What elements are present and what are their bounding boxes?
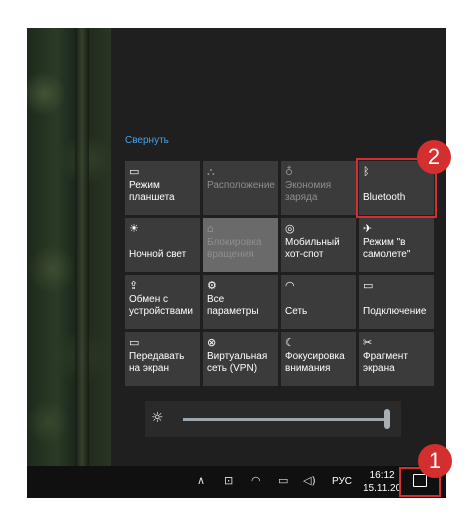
tile-battery-saver[interactable]: ♁ Экономия заряда bbox=[281, 161, 356, 215]
annotation-badge-1: 1 bbox=[418, 444, 452, 478]
tile-tablet-mode[interactable]: ▭ Режим планшета bbox=[125, 161, 200, 215]
tile-label: Расположение bbox=[207, 180, 275, 191]
tile-location[interactable]: ⛬ Расположение bbox=[203, 161, 278, 215]
tile-label: Мобильный хот-спот bbox=[285, 237, 340, 260]
tile-label: Ночной свет bbox=[129, 249, 187, 260]
wifi-icon[interactable]: ◠ bbox=[251, 474, 261, 487]
tile-network[interactable]: ◠ Сеть bbox=[281, 275, 356, 329]
tile-label: Обмен с устройствами bbox=[129, 294, 193, 317]
brightness-slider-thumb[interactable] bbox=[384, 409, 390, 429]
meet-now-icon[interactable]: ⊡ bbox=[224, 474, 233, 487]
tile-label: Фокусировка внимания bbox=[285, 351, 345, 374]
wallpaper bbox=[27, 28, 111, 466]
tile-all-settings[interactable]: ⚙ Все параметры bbox=[203, 275, 278, 329]
brightness-slider-track[interactable] bbox=[183, 418, 389, 421]
show-hidden-icons-chevron-icon[interactable]: ∧ bbox=[197, 474, 205, 487]
wallpaper-tree bbox=[75, 28, 89, 466]
tile-mobile-hotspot[interactable]: ◎ Мобильный хот-спот bbox=[281, 218, 356, 272]
screen-snip-icon: ✂ bbox=[363, 336, 373, 349]
tile-label: Режим "в самолете" bbox=[363, 237, 411, 260]
tile-rotation-lock[interactable]: ⌂ Блокировка вращения bbox=[203, 218, 278, 272]
action-center-panel: Свернуть ▭ Режим планшета ⛬ Расположение… bbox=[111, 28, 446, 466]
rotation-lock-icon: ⌂ bbox=[207, 222, 214, 235]
volume-icon[interactable]: ◁) bbox=[303, 474, 316, 487]
location-icon: ⛬ bbox=[207, 165, 215, 178]
connect-icon: ▭ bbox=[363, 279, 374, 292]
tile-label: Виртуальная сеть (VPN) bbox=[207, 351, 268, 374]
night-light-icon: ☀ bbox=[129, 222, 139, 235]
tile-label: Режим планшета bbox=[129, 180, 175, 203]
clock-date: 15.11.20 bbox=[363, 483, 402, 494]
clock-time: 16:12 bbox=[369, 470, 395, 481]
clock[interactable]: 16:12 15.11.20 bbox=[363, 469, 401, 495]
nearby-sharing-icon: ⇪ bbox=[129, 279, 139, 292]
brightness-icon: ☼ bbox=[151, 410, 164, 426]
vpn-icon: ⊗ bbox=[207, 336, 217, 349]
battery-saver-icon: ♁ bbox=[285, 165, 294, 178]
tile-night-light[interactable]: ☀ Ночной свет bbox=[125, 218, 200, 272]
airplane-icon: ✈ bbox=[363, 222, 373, 235]
taskbar: ∧ ⊡ ◠ ▭ ◁) РУС 16:12 15.11.20 bbox=[27, 466, 446, 498]
tablet-mode-icon: ▭ bbox=[129, 165, 140, 178]
tile-label: Сеть bbox=[285, 306, 308, 317]
tile-focus-assist[interactable]: ☾ Фокусировка внимания bbox=[281, 332, 356, 386]
language-indicator[interactable]: РУС bbox=[332, 476, 352, 487]
network-icon: ◠ bbox=[285, 279, 295, 292]
notification-icon bbox=[413, 474, 427, 487]
tile-label: Все параметры bbox=[207, 294, 259, 317]
annotation-badge-2: 2 bbox=[417, 140, 451, 174]
tile-connect[interactable]: ▭ Подключение bbox=[359, 275, 434, 329]
tile-vpn[interactable]: ⊗ Виртуальная сеть (VPN) bbox=[203, 332, 278, 386]
project-icon: ▭ bbox=[129, 336, 140, 349]
battery-icon[interactable]: ▭ bbox=[278, 474, 288, 487]
tile-screen-snip[interactable]: ✂ Фрагмент экрана bbox=[359, 332, 434, 386]
tile-label: Подключение bbox=[363, 306, 427, 317]
tile-label: Блокировка вращения bbox=[207, 237, 262, 260]
brightness-control: ☼ bbox=[145, 401, 401, 437]
tile-project[interactable]: ▭ Передавать на экран bbox=[125, 332, 200, 386]
collapse-link[interactable]: Свернуть bbox=[125, 135, 169, 146]
desktop-screen: Свернуть ▭ Режим планшета ⛬ Расположение… bbox=[27, 28, 446, 498]
settings-gear-icon: ⚙ bbox=[207, 279, 217, 292]
mobile-hotspot-icon: ◎ bbox=[285, 222, 295, 235]
tile-label: Экономия заряда bbox=[285, 180, 332, 203]
tile-label: Фрагмент экрана bbox=[363, 351, 408, 374]
tile-nearby-sharing[interactable]: ⇪ Обмен с устройствами bbox=[125, 275, 200, 329]
focus-assist-icon: ☾ bbox=[285, 336, 295, 349]
tile-airplane-mode[interactable]: ✈ Режим "в самолете" bbox=[359, 218, 434, 272]
tile-label: Передавать на экран bbox=[129, 351, 185, 374]
tile-label: Bluetooth bbox=[363, 192, 406, 203]
